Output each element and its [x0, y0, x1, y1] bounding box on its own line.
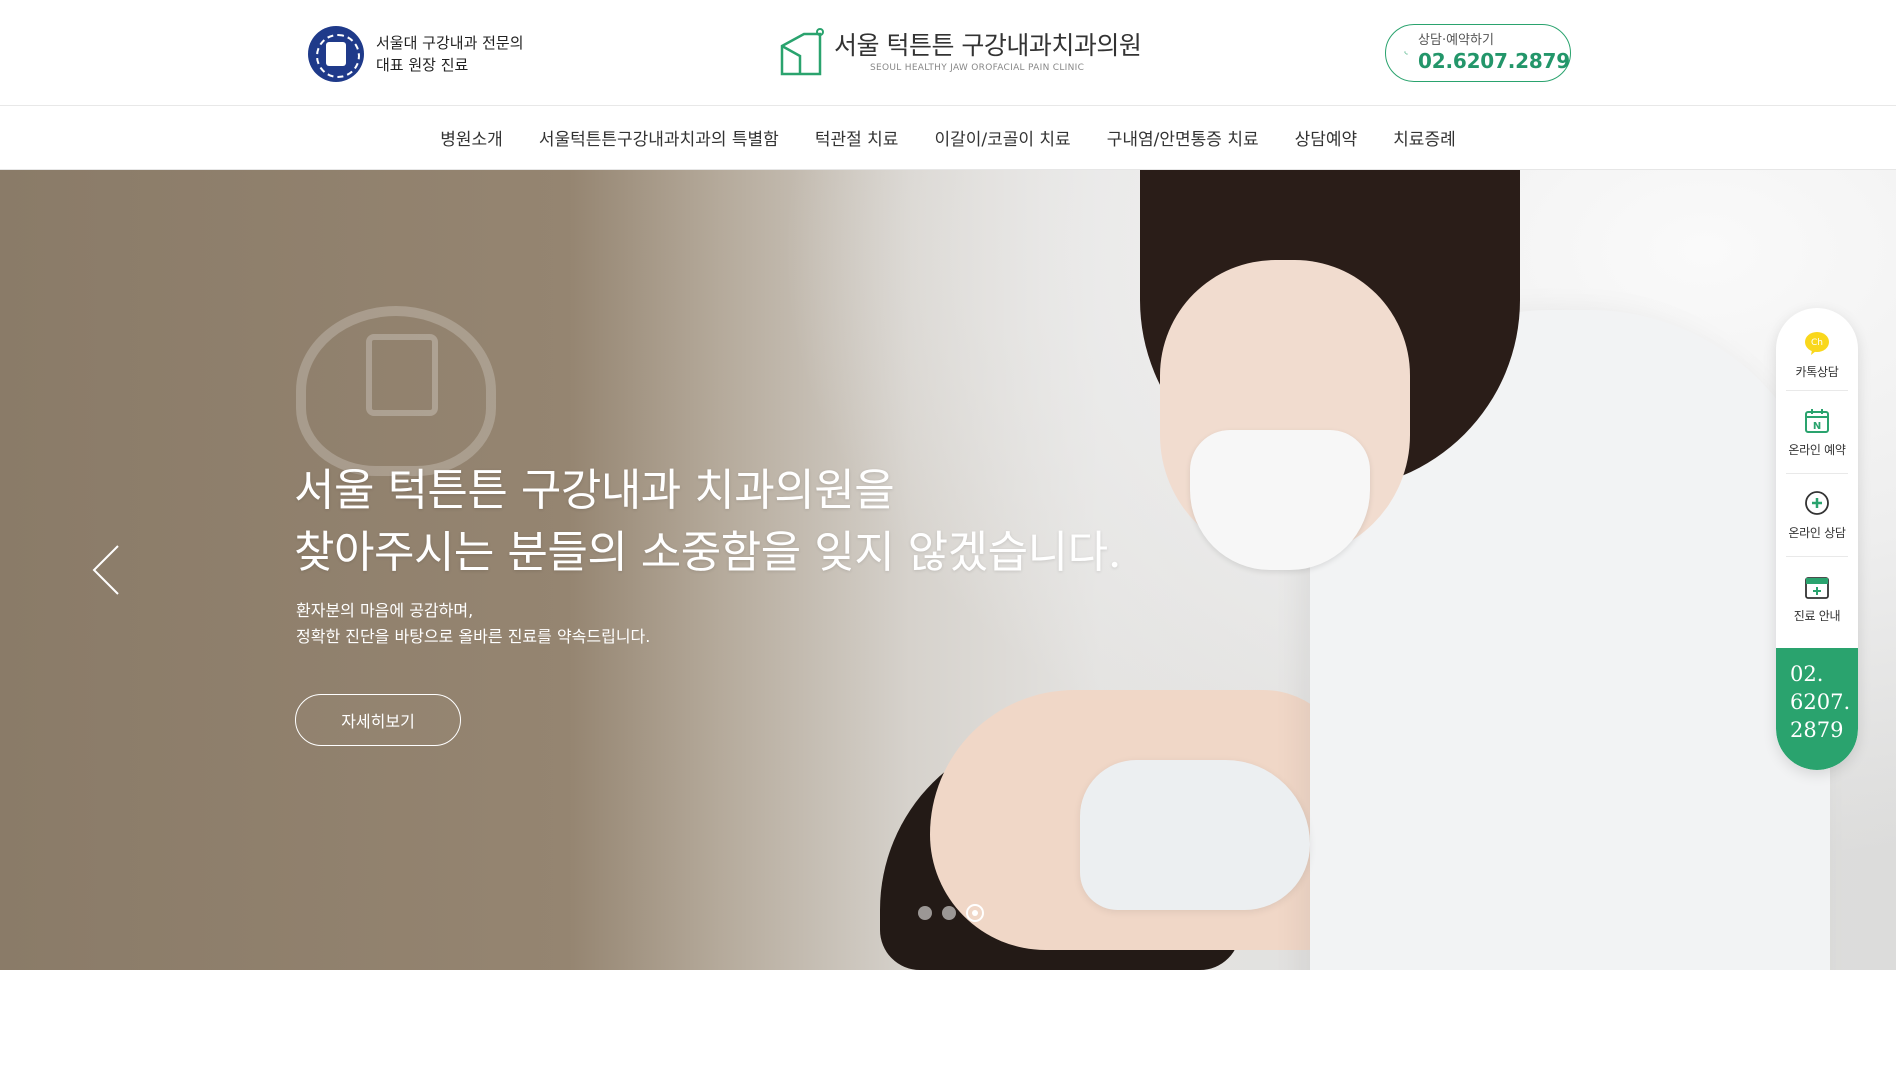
- nav-item-cases[interactable]: 치료증례: [1393, 125, 1456, 150]
- quick-clinic-info[interactable]: 진료 안내: [1786, 557, 1848, 640]
- snu-watermark-emblem: [296, 306, 496, 476]
- hero-desc-line2: 정확한 진단을 바탕으로 올바른 진료를 약속드립니다.: [296, 627, 651, 646]
- prev-slide-arrow-icon[interactable]: [88, 542, 124, 598]
- hero-desc-line1: 환자분의 마음에 공감하며,: [296, 601, 474, 620]
- quick-kakao-label: 카톡상담: [1795, 364, 1839, 379]
- calendar-plus-icon: [1805, 577, 1829, 599]
- svg-text:Ch: Ch: [1811, 338, 1823, 348]
- nav-item-tmj[interactable]: 턱관절 치료: [815, 125, 899, 150]
- quick-online-consult[interactable]: 온라인 상담: [1786, 474, 1848, 557]
- calendar-n-icon: N: [1805, 408, 1829, 433]
- hero-title: 서울 턱튼튼 구강내과 치과의원을 찾아주시는 분들의 소중함을 잊지 않겠습니…: [294, 460, 1122, 584]
- nav-item-about[interactable]: 병원소개: [440, 125, 503, 150]
- slide-dot-1[interactable]: [918, 906, 932, 920]
- univ-caption-line1: 서울대 구강내과 전문의: [376, 34, 524, 52]
- quick-phone-line3: 2879: [1790, 718, 1844, 742]
- university-badge[interactable]: 서울대 구강내과 전문의 대표 원장 진료: [308, 26, 524, 82]
- quick-kakao-consult[interactable]: Ch 카톡상담: [1786, 308, 1848, 391]
- hero-title-line1: 서울 턱튼튼 구강내과 치과의원을: [294, 465, 895, 516]
- univ-caption-line2: 대표 원장 진료: [376, 56, 469, 74]
- clinic-english-name: SEOUL HEALTHY JAW OROFACIAL PAIN CLINIC: [870, 63, 1085, 73]
- quick-menu: Ch 카톡상담 N 온라인 예약 온라인 상담 진료 안내 02. 6207. …: [1776, 308, 1858, 770]
- hero-title-line2: 찾아주시는 분들의 소중함을 잊지 않겠습니다.: [294, 527, 1122, 578]
- clinic-logo[interactable]: 서울 턱튼튼 구강내과치과의원 SEOUL HEALTHY JAW OROFAC…: [776, 26, 1142, 78]
- phone-icon: [1404, 51, 1408, 55]
- main-navigation: 병원소개 서울턱튼튼구강내과치과의 특별함 턱관절 치료 이갈이/코골이 치료 …: [0, 106, 1896, 170]
- kakao-chat-icon: Ch: [1805, 331, 1829, 355]
- quick-reservation-label: 온라인 예약: [1788, 442, 1846, 457]
- quick-phone-line1: 02.: [1790, 662, 1824, 686]
- slide-dot-2[interactable]: [942, 906, 956, 920]
- site-header: 서울대 구강내과 전문의 대표 원장 진료 서울 턱튼튼 구강내과치과의원 SE…: [0, 0, 1896, 106]
- hero-slider: 서울 턱튼튼 구강내과 치과의원을 찾아주시는 분들의 소중함을 잊지 않겠습니…: [0, 170, 1896, 970]
- clinic-name: 서울 턱튼튼 구강내과치과의원: [834, 31, 1142, 60]
- hero-photo-mask: [1190, 430, 1370, 570]
- svg-text:N: N: [1813, 421, 1821, 432]
- quick-phone-number[interactable]: 02. 6207. 2879: [1776, 648, 1858, 770]
- nav-item-stomatitis[interactable]: 구내염/안면통증 치료: [1107, 125, 1259, 150]
- hero-description: 환자분의 마음에 공감하며, 정확한 진단을 바탕으로 올바른 진료를 약속드립…: [296, 598, 650, 650]
- univ-caption: 서울대 구강내과 전문의 대표 원장 진료: [376, 32, 524, 76]
- clinic-logo-icon: [780, 28, 824, 76]
- plus-chat-icon: [1805, 490, 1829, 515]
- call-reservation-button[interactable]: 상담·예약하기 02.6207.2879: [1385, 24, 1571, 82]
- more-details-button[interactable]: 자세히보기: [295, 694, 461, 746]
- nav-item-bruxism[interactable]: 이갈이/코골이 치료: [934, 125, 1070, 150]
- quick-info-label: 진료 안내: [1793, 609, 1841, 623]
- call-number: 02.6207.2879: [1418, 49, 1570, 73]
- slide-dot-3-active[interactable]: [966, 904, 984, 922]
- snu-emblem-logo: [308, 26, 364, 82]
- hero-photo-glove: [1080, 760, 1310, 910]
- nav-item-special[interactable]: 서울턱튼튼구강내과치과의 특별함: [539, 125, 779, 150]
- slider-pagination: [918, 904, 984, 922]
- quick-online-reservation[interactable]: N 온라인 예약: [1786, 391, 1848, 474]
- quick-consult-label: 온라인 상담: [1788, 525, 1846, 540]
- quick-phone-line2: 6207.: [1790, 690, 1851, 714]
- nav-item-reservation[interactable]: 상담예약: [1295, 125, 1358, 150]
- call-label: 상담·예약하기: [1418, 33, 1494, 48]
